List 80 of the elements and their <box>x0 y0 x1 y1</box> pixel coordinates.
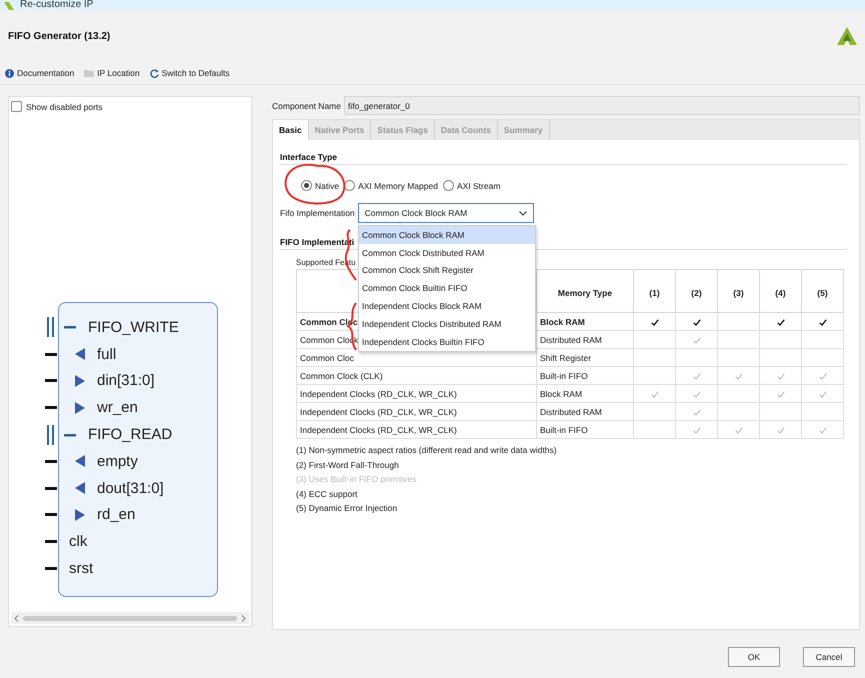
footnote: (3) Uses Built-in FIFO primitives <box>295 474 418 486</box>
left-triangle-icon <box>75 482 85 494</box>
column-header: Memory Type <box>536 270 634 312</box>
dialog-title: FIFO Generator (13.2) <box>8 30 110 42</box>
scroll-right-icon[interactable] <box>241 614 246 622</box>
radio-label: AXI Memory Mapped <box>358 180 438 190</box>
info-icon <box>5 68 14 78</box>
menu-item[interactable]: Independent Clocks Builtin FIFO <box>359 332 535 351</box>
refresh-icon <box>150 68 159 78</box>
port-label: wr_en <box>97 399 138 416</box>
table-cell: Independent Clocks (RD_CLK, WR_CLK) <box>296 384 536 402</box>
menu-item[interactable]: Common Clock Builtin FIFO <box>359 279 535 298</box>
column-header: (3) <box>718 270 760 312</box>
logo-icon <box>837 27 857 45</box>
port-label: din[31:0] <box>97 372 155 390</box>
right-triangle-icon <box>75 374 85 387</box>
table-cell: Distributed RAM <box>536 402 634 420</box>
horizontal-scrollbar[interactable] <box>11 612 249 624</box>
port-label: empty <box>97 452 138 470</box>
component-name-field[interactable]: fifo_generator_0 <box>344 96 860 115</box>
checkbox[interactable] <box>11 101 22 112</box>
table-cell: Block RAM <box>536 384 634 402</box>
footnote: (1) Non-symmetric aspect ratios (different read and write data widths) <box>295 445 558 457</box>
column-header: (1) <box>634 270 676 312</box>
field-label: Component Name <box>272 100 341 110</box>
menu-item[interactable]: Independent Clocks Block RAM <box>359 297 535 315</box>
checkbox-label: Show disabled ports <box>26 102 103 112</box>
bus-pin-icon <box>47 424 55 445</box>
interface-radio[interactable]: AXI Memory Mapped <box>344 180 438 191</box>
footnote: (2) First-Word Fall-Through <box>295 460 400 472</box>
implementation-dropdown[interactable]: Common Clock Block RAM <box>358 203 534 223</box>
table-cell: Built-in FIFO <box>536 420 634 438</box>
table-cell: Independent Clocks (RD_CLK, WR_CLK) <box>296 420 536 438</box>
radio-label: Native <box>315 180 340 190</box>
window-title: Re-customize IP <box>20 0 94 10</box>
interface-radio[interactable]: Native <box>301 180 340 191</box>
right-triangle-icon <box>75 508 85 521</box>
folder-link[interactable]: IP Location <box>84 68 140 78</box>
table-cell: Built-in FIFO <box>536 366 634 384</box>
table-cell: Independent Clocks (RD_CLK, WR_CLK) <box>296 402 536 420</box>
table-cell: Distributed RAM <box>536 330 634 348</box>
tab[interactable]: Basic <box>273 120 309 140</box>
chevron-down-icon <box>518 210 527 216</box>
refresh-link[interactable]: Switch to Defaults <box>150 68 230 78</box>
port-label: FIFO_READ <box>88 426 172 444</box>
right-triangle-icon <box>75 402 85 414</box>
radio-label: AXI Stream <box>456 180 500 190</box>
scroll-left-icon[interactable] <box>14 614 19 622</box>
field-label: Fifo Implementation <box>280 208 355 218</box>
radio-button[interactable] <box>344 180 356 191</box>
port-label: srst <box>69 560 94 578</box>
menu-item[interactable]: Common Clock Distributed RAM <box>359 244 535 262</box>
bus-pin-icon <box>47 317 55 338</box>
table-cell: Block RAM <box>536 312 634 330</box>
menu-item[interactable]: Common Clock Block RAM <box>359 226 535 244</box>
footnote: (5) Dynamic Error Injection <box>295 503 398 515</box>
port-label: clk <box>69 533 88 550</box>
menu-item[interactable]: Independent Clocks Distributed RAM <box>359 314 535 333</box>
port-label: rd_en <box>97 506 136 524</box>
logo-icon <box>4 2 14 10</box>
dialog-button[interactable]: OK <box>728 647 780 667</box>
menu-item[interactable]: Common Clock Shift Register <box>359 262 535 280</box>
radio-button[interactable] <box>301 180 312 191</box>
left-triangle-icon <box>75 455 85 468</box>
left-triangle-icon <box>75 348 85 360</box>
column-header: (2) <box>676 270 718 312</box>
radio-button[interactable] <box>442 180 454 191</box>
footnote: (4) ECC support <box>295 488 358 501</box>
port-label: FIFO_WRITE <box>88 318 179 336</box>
section-title: Interface Type <box>280 152 338 162</box>
dialog-button[interactable]: Cancel <box>803 647 855 667</box>
port-label: full <box>97 346 116 363</box>
column-header: (5) <box>802 270 844 312</box>
info-link[interactable]: Documentation <box>5 68 74 78</box>
table-cell: Shift Register <box>536 348 634 366</box>
folder-icon <box>84 69 94 77</box>
column-header: (4) <box>760 270 802 312</box>
interface-radio[interactable]: AXI Stream <box>442 180 500 191</box>
table-cell: Common Clock (CLK) <box>296 366 536 384</box>
port-label: dout[31:0] <box>97 480 164 497</box>
